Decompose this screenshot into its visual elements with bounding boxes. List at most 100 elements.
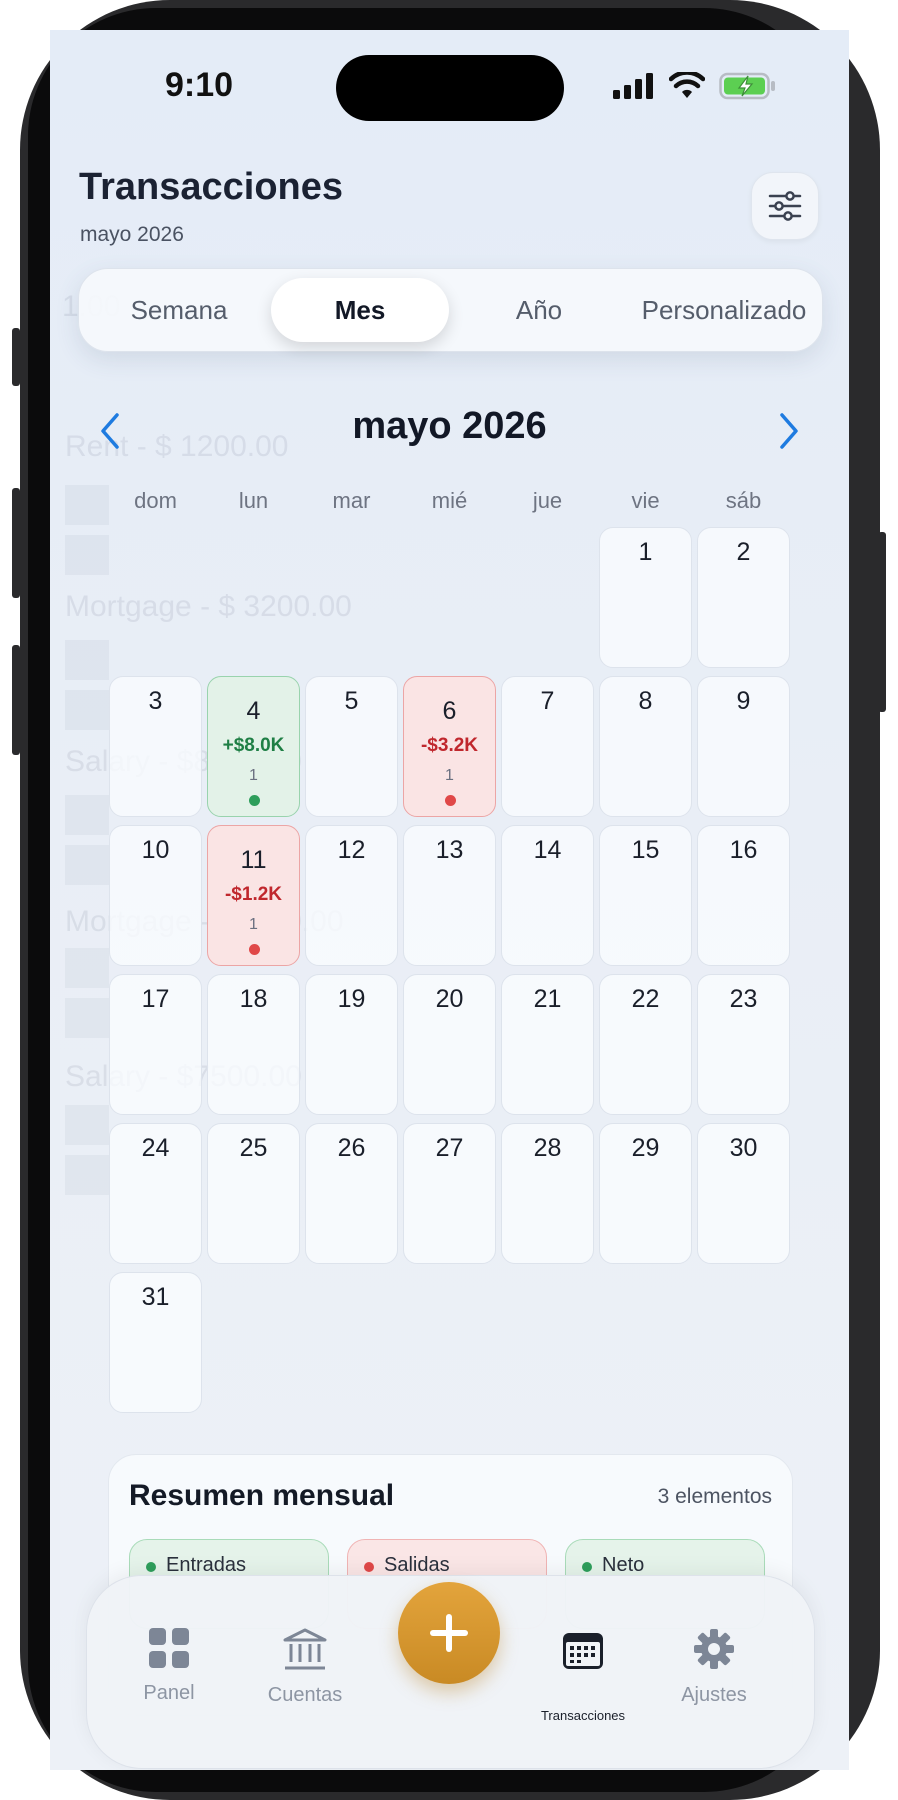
day-cell-18[interactable]: 18 (207, 974, 300, 1115)
day-cell-27[interactable]: 27 (403, 1123, 496, 1264)
day-cell-15[interactable]: 15 (599, 825, 692, 966)
day-cell-1[interactable]: 1 (599, 527, 692, 668)
day-cell-25[interactable]: 25 (207, 1123, 300, 1264)
day-number: 3 (148, 687, 163, 715)
day-cell-24[interactable]: 24 (109, 1123, 202, 1264)
day-number: 16 (729, 836, 758, 864)
action-button (12, 328, 20, 386)
gear-icon (644, 1628, 784, 1670)
day-number: 2 (736, 538, 751, 566)
day-number: 15 (631, 836, 660, 864)
day-number: 14 (533, 836, 562, 864)
day-cell-16[interactable]: 16 (697, 825, 790, 966)
day-cell-8[interactable]: 8 (599, 676, 692, 817)
ghost-row (65, 795, 109, 835)
day-number: 22 (631, 985, 660, 1013)
ghost-row (65, 948, 109, 988)
day-cell-23[interactable]: 23 (697, 974, 790, 1115)
screen: 1.00Rent - $ 1200.00Mortgage - $ 3200.00… (50, 30, 849, 1770)
day-cell-5[interactable]: 5 (305, 676, 398, 817)
day-number: 10 (141, 836, 170, 864)
summary-count: 3 elementos (657, 1485, 772, 1508)
sliders-icon (768, 191, 802, 221)
period-segmented-control: Semana Mes Año Personalizado (78, 268, 823, 352)
plus-icon (430, 1614, 468, 1652)
day-number: 29 (631, 1134, 660, 1162)
day-cell-3[interactable]: 3 (109, 676, 202, 817)
net-dot (582, 1562, 592, 1572)
tab-accounts[interactable]: Cuentas (235, 1576, 375, 1768)
ghost-row (65, 640, 109, 680)
day-cell-11[interactable]: 11 -$1.2K 1 (207, 825, 300, 966)
page-title: Transacciones (79, 166, 344, 208)
day-cell-31[interactable]: 31 (109, 1272, 202, 1413)
weekday-label: jue (532, 488, 563, 513)
day-cell-17[interactable]: 17 (109, 974, 202, 1115)
income-dot (146, 1562, 156, 1572)
segment-week[interactable]: Semana (87, 269, 271, 351)
day-cell-19[interactable]: 19 (305, 974, 398, 1115)
weekday-label: vie (631, 488, 660, 513)
day-number: 9 (736, 687, 751, 715)
day-cell-13[interactable]: 13 (403, 825, 496, 966)
day-cell-2[interactable]: 2 (697, 527, 790, 668)
day-number: 24 (141, 1134, 170, 1162)
ghost-text: Mortgage - $ 3200.00 (65, 590, 352, 623)
add-transaction-button[interactable] (398, 1582, 500, 1684)
tab-transactions[interactable]: Transacciones (513, 1576, 653, 1768)
battery-charging-icon (719, 72, 775, 100)
segment-custom[interactable]: Personalizado (629, 269, 819, 351)
weekday-label: dom (134, 488, 177, 513)
ghost-row (65, 998, 109, 1038)
segment-month[interactable]: Mes (271, 269, 449, 351)
day-cell-10[interactable]: 10 (109, 825, 202, 966)
tab-label-transactions: Transacciones (540, 1708, 626, 1723)
day-cell-26[interactable]: 26 (305, 1123, 398, 1264)
day-transaction-count: 1 (445, 767, 454, 784)
day-cell-6[interactable]: 6 -$3.2K 1 (403, 676, 496, 817)
day-cell-20[interactable]: 20 (403, 974, 496, 1115)
day-cell-30[interactable]: 30 (697, 1123, 790, 1264)
tab-label-accounts: Cuentas (267, 1684, 343, 1706)
tab-panel[interactable]: Panel (99, 1576, 239, 1768)
day-number: 5 (344, 687, 359, 715)
day-number: 21 (533, 985, 562, 1013)
day-number: 30 (729, 1134, 758, 1162)
weekday-label: sáb (725, 488, 762, 513)
next-month-button[interactable] (769, 408, 809, 454)
day-status-dot (249, 795, 260, 806)
day-cell-29[interactable]: 29 (599, 1123, 692, 1264)
day-status-dot (249, 944, 260, 955)
day-number: 17 (141, 985, 170, 1013)
filter-button[interactable] (751, 172, 819, 240)
day-number: 31 (141, 1283, 170, 1311)
ghost-text: Mortgage - $1200.00 (65, 905, 344, 938)
day-cell-9[interactable]: 9 (697, 676, 790, 817)
tab-settings[interactable]: Ajustes (644, 1576, 784, 1768)
volume-down-button (12, 645, 20, 755)
chip-label-expense: Salidas (384, 1554, 450, 1576)
calendar-icon (513, 1628, 653, 1672)
ghost-row (65, 1105, 109, 1145)
segment-year[interactable]: Año (449, 269, 629, 351)
ghost-row (65, 485, 109, 525)
tab-label-settings: Ajustes (681, 1684, 747, 1706)
ghost-row (65, 690, 109, 730)
day-number: 4 (246, 697, 261, 725)
day-number: 7 (540, 687, 555, 715)
weekday-label: mar (332, 488, 371, 513)
grid-icon (99, 1628, 239, 1668)
chevron-right-icon (780, 413, 798, 449)
day-cell-7[interactable]: 7 (501, 676, 594, 817)
day-cell-14[interactable]: 14 (501, 825, 594, 966)
day-number: 26 (337, 1134, 366, 1162)
day-transaction-count: 1 (249, 767, 258, 784)
day-number: 19 (337, 985, 366, 1013)
day-cell-4[interactable]: 4 +$8.0K 1 (207, 676, 300, 817)
tab-label-panel: Panel (143, 1682, 195, 1704)
weekday-label: lun (238, 488, 269, 513)
day-cell-22[interactable]: 22 (599, 974, 692, 1115)
day-cell-28[interactable]: 28 (501, 1123, 594, 1264)
day-cell-12[interactable]: 12 (305, 825, 398, 966)
day-cell-21[interactable]: 21 (501, 974, 594, 1115)
